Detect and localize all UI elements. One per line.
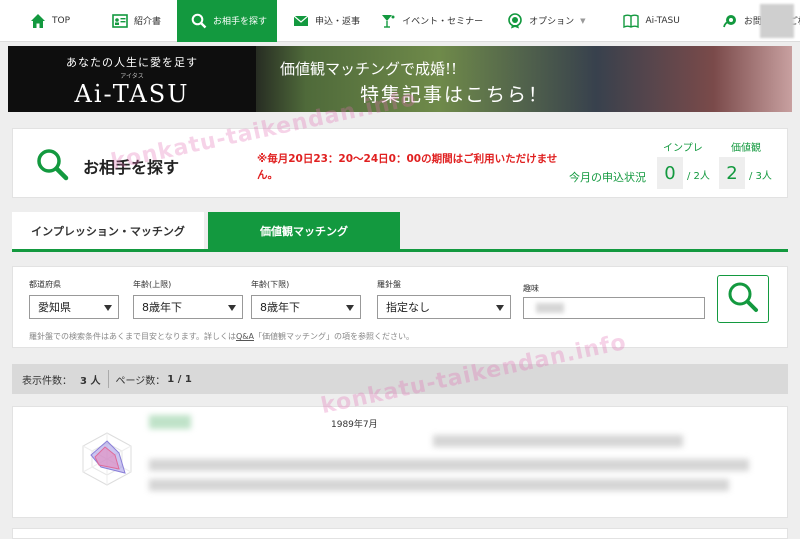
search-filters: 都道府県 愛知県 年齢(上限) 8歳年下 年齢(下限) 8歳年下 羅針盤 指定な…: [12, 266, 788, 348]
search-icon: [726, 280, 760, 318]
impression-quota-used: 0: [657, 157, 683, 189]
tab-values-matching[interactable]: 価値観マッチング: [208, 212, 400, 249]
impression-quota-total: / 2人: [687, 171, 710, 182]
nav-label: オプション: [529, 17, 575, 27]
profile-card-icon: [112, 13, 128, 29]
chevron-down-icon: [496, 305, 504, 311]
nav-item-search[interactable]: お相手を探す: [177, 0, 278, 42]
age-lower-label: 年齢(下限): [251, 280, 290, 289]
divider: [108, 370, 110, 388]
search-icon: [191, 13, 207, 29]
count-label: 表示件数：: [22, 375, 72, 387]
nav-item-profile[interactable]: 紹介書: [84, 0, 177, 42]
matching-tabs: インプレッション・マッチング 価値観マッチング: [12, 212, 788, 252]
banner-headline: 価値観マッチングで成婚!!: [280, 60, 458, 78]
impression-quota-label: インプレ: [663, 143, 703, 154]
hobby-value-blurred: [536, 303, 564, 313]
nav-item-option[interactable]: オプション ▼: [493, 0, 595, 42]
nav-label: 申込・返事: [315, 17, 361, 27]
search-icon: [35, 147, 69, 185]
nav-label: 紹介書: [134, 17, 162, 27]
top-nav: TOP 紹介書 お相手を探す 申込・返事 イベント・セミナー オプション ▼ A…: [0, 0, 800, 42]
member-name-blurred: [149, 415, 191, 429]
values-quota-used: 2: [719, 157, 745, 189]
event-glass-icon: [380, 13, 396, 29]
mail-icon: [293, 13, 309, 29]
book-icon: [623, 13, 640, 29]
result-card[interactable]: 1989年7月: [12, 406, 788, 518]
filter-note-after: 「価値観マッチング」の項を参照ください。: [253, 332, 414, 341]
nav-item-aitasu[interactable]: Ai-TASU: [595, 0, 699, 42]
hobby-label: 趣味: [523, 284, 539, 293]
compass-select[interactable]: 指定なし: [377, 295, 511, 319]
hobby-input[interactable]: [523, 297, 705, 319]
values-radar-chart: [79, 431, 135, 491]
search-button[interactable]: [717, 275, 769, 323]
birth-month: 1989年7月: [331, 420, 378, 430]
prefecture-label: 都道府県: [29, 280, 61, 289]
banner-tagline: あなたの人生に愛を足す: [66, 56, 198, 69]
age-upper-select[interactable]: 8歳年下: [133, 295, 243, 319]
page-label: ページ数：: [115, 375, 166, 387]
compass-value: 指定なし: [386, 301, 430, 314]
nav-label: お相手を探す: [213, 17, 268, 27]
result-card[interactable]: [12, 528, 788, 539]
chevron-down-icon: [228, 305, 236, 311]
values-quota-total: / 3人: [749, 171, 772, 182]
home-icon: [30, 13, 46, 29]
option-badge-icon: [507, 12, 523, 29]
age-lower-select[interactable]: 8歳年下: [251, 295, 361, 319]
qa-link[interactable]: Q&A: [236, 332, 254, 341]
support-icon: [722, 13, 738, 29]
monthly-status-label: 今月の申込状況: [569, 171, 646, 184]
count-value: 3 人: [80, 375, 101, 387]
nav-item-top[interactable]: TOP: [0, 0, 84, 42]
nav-item-apply[interactable]: 申込・返事: [277, 0, 370, 42]
nav-item-event[interactable]: イベント・セミナー: [370, 0, 493, 42]
chevron-down-icon: [346, 305, 354, 311]
filter-note: 羅針盤での検索条件はあくまで目安となります。詳しくはQ&A「価値観マッチング」の…: [29, 331, 414, 342]
profile-blurred: [149, 479, 729, 491]
profile-blurred: [149, 459, 749, 471]
filter-note-before: 羅針盤での検索条件はあくまで目安となります。詳しくは: [29, 332, 236, 341]
age-lower-value: 8歳年下: [260, 301, 300, 314]
aitasu-logo: あなたの人生に愛を足す アイタス Ai-TASU: [8, 46, 256, 112]
nav-label: TOP: [52, 15, 71, 26]
maintenance-notice: ※毎月20日23：20〜24日0：00の期間はご利用いただけません。: [257, 153, 558, 181]
age-upper-value: 8歳年下: [142, 301, 182, 314]
values-quota-label: 価値観: [731, 143, 761, 154]
avatar[interactable]: [760, 4, 794, 38]
prefecture-value: 愛知県: [38, 301, 71, 314]
chevron-down-icon: [104, 305, 112, 311]
age-upper-label: 年齢(上限): [133, 280, 172, 289]
banner-ruby: アイタス: [120, 73, 144, 80]
prefecture-select[interactable]: 愛知県: [29, 295, 119, 319]
profile-blurred: [433, 435, 683, 447]
chevron-down-icon: ▼: [580, 16, 586, 25]
tab-impression-matching[interactable]: インプレッション・マッチング: [12, 212, 204, 249]
nav-label: イベント・セミナー: [402, 17, 484, 27]
banner-brand: Ai-TASU: [74, 80, 190, 108]
nav-label: Ai-TASU: [645, 15, 680, 26]
compass-label: 羅針盤: [377, 280, 401, 289]
page-value: 1 / 1: [167, 373, 192, 385]
